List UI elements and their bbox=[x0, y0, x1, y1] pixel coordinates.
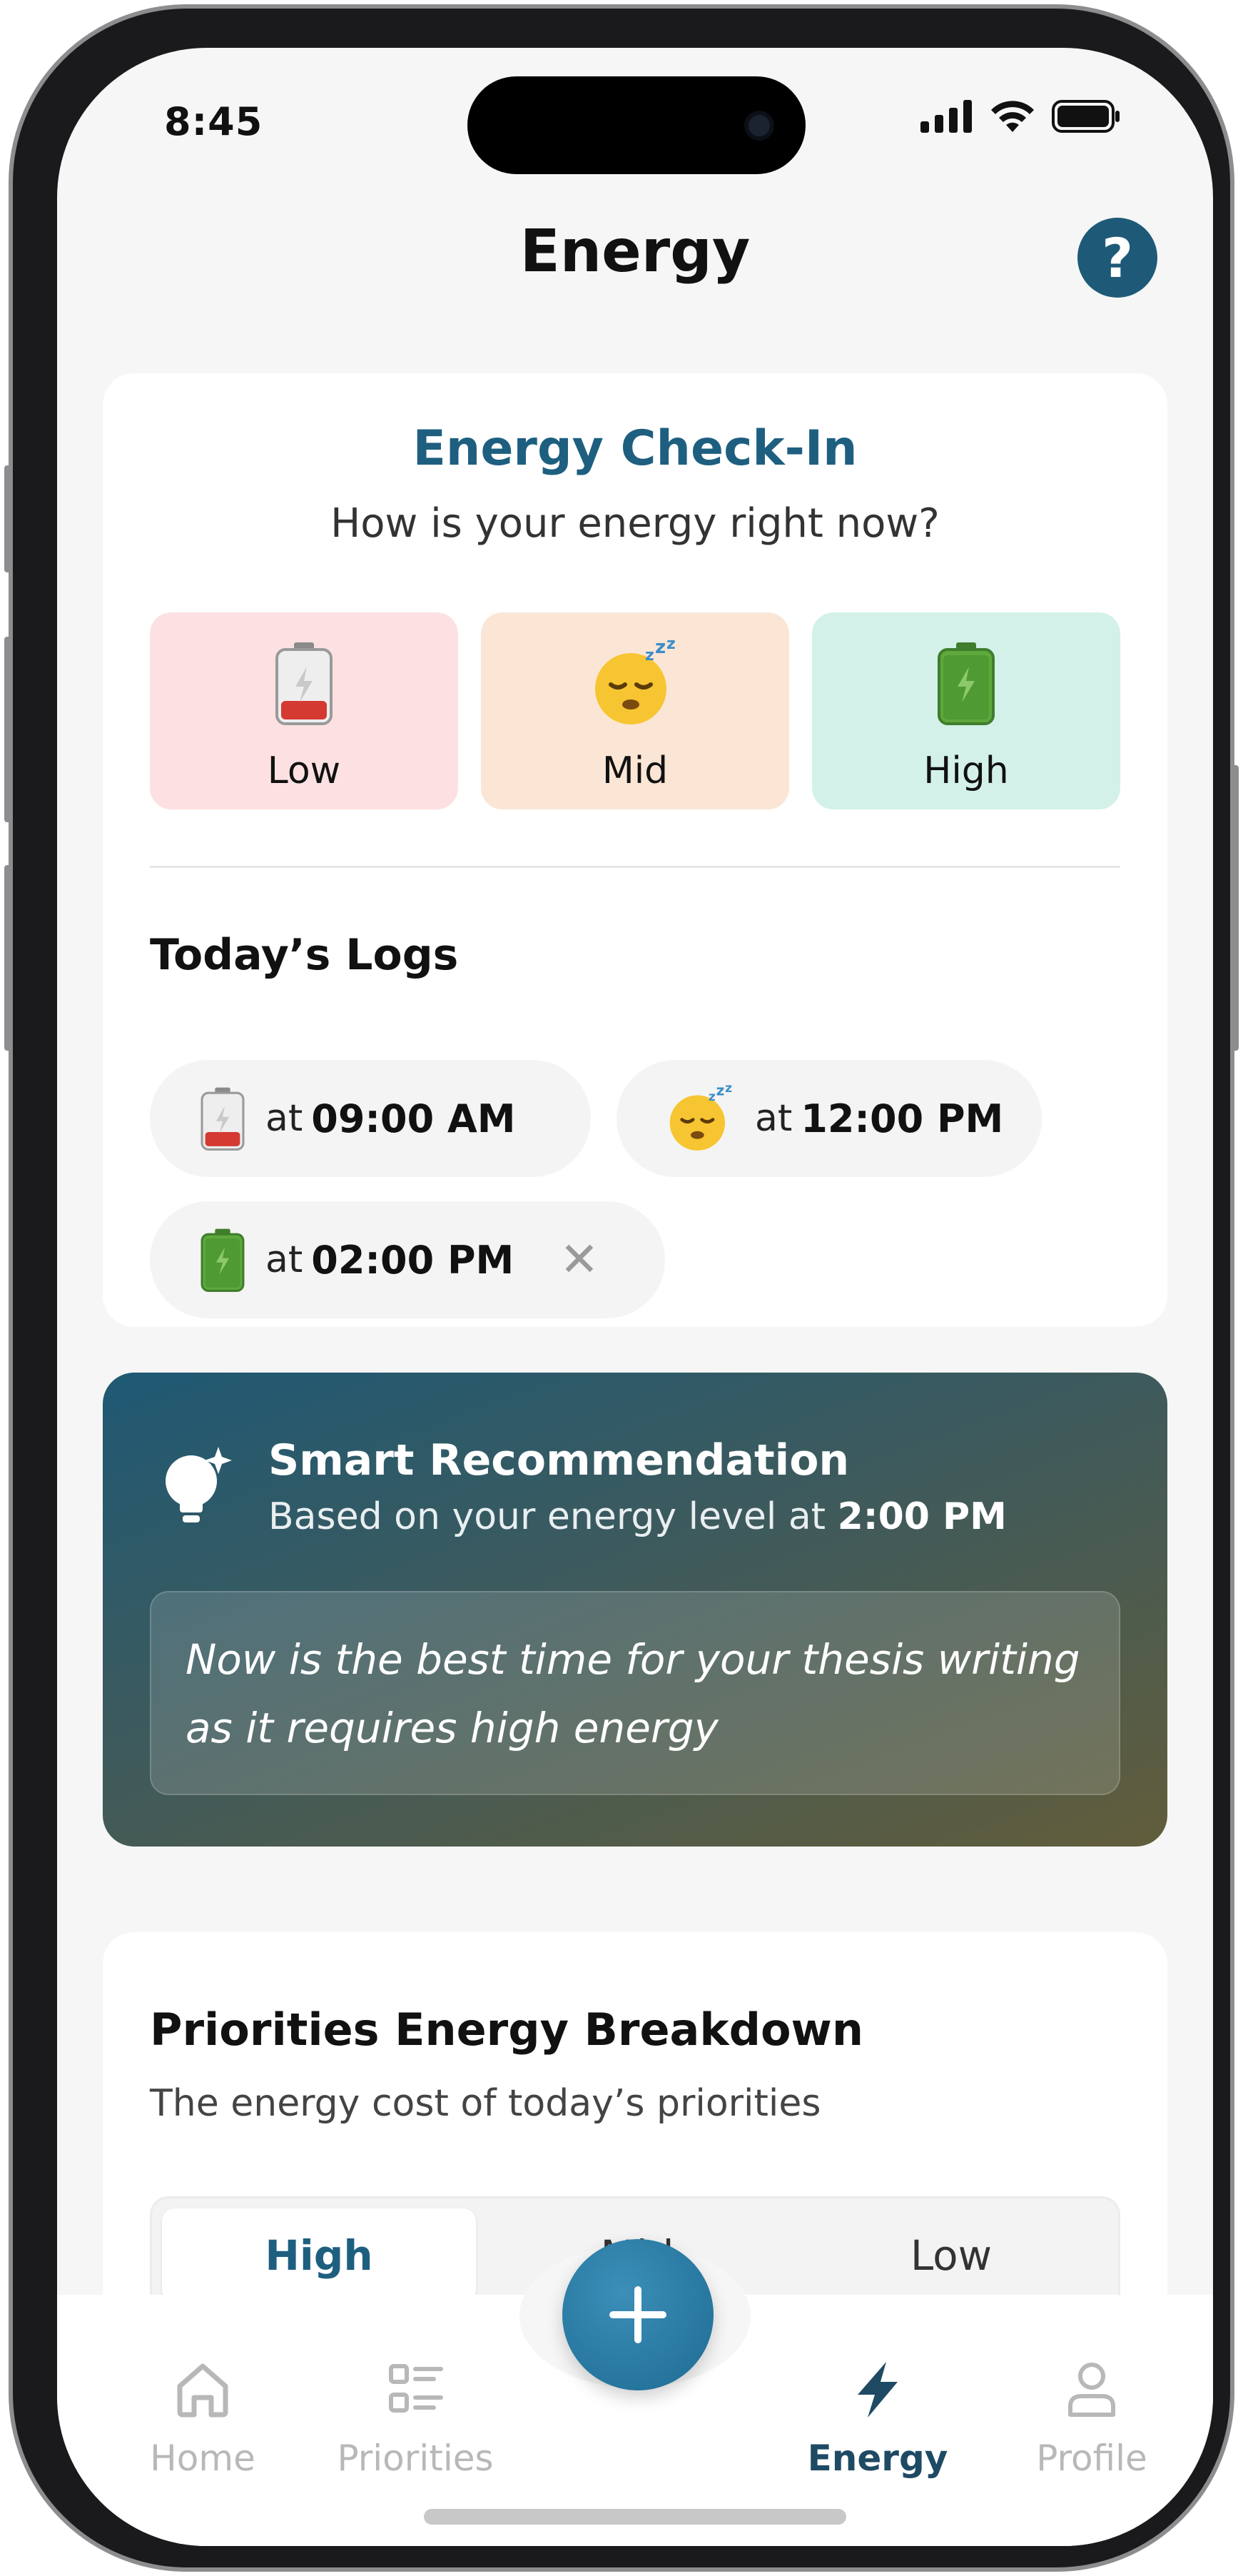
log-entry[interactable]: z z z at 12:00 PM bbox=[617, 1060, 1042, 1177]
sleepy-face-icon: z z z bbox=[595, 639, 676, 724]
battery-icon bbox=[1052, 100, 1120, 133]
smart-recommendation-card: Smart Recommendation Based on your energ… bbox=[103, 1373, 1167, 1847]
help-button[interactable]: ? bbox=[1077, 218, 1157, 298]
battery-full-icon bbox=[201, 1228, 245, 1292]
recommendation-title: Smart Recommendation bbox=[268, 1435, 850, 1485]
status-time: 8:45 bbox=[164, 99, 263, 144]
svg-text:z: z bbox=[645, 647, 654, 665]
checkin-title: Energy Check-In bbox=[412, 420, 858, 477]
recommendation-message: Now is the best time for your thesis wri… bbox=[150, 1591, 1120, 1795]
sleepy-face-icon: z z z bbox=[669, 1084, 732, 1151]
person-icon bbox=[1068, 2363, 1115, 2417]
recommendation-subtitle: Based on your energy level at 2:00 PM bbox=[268, 1495, 1007, 1538]
power-button bbox=[1232, 765, 1239, 1051]
energy-high-label: High bbox=[923, 749, 1009, 792]
plus-icon bbox=[609, 2286, 666, 2343]
close-icon[interactable]: ✕ bbox=[559, 1236, 599, 1283]
battery-low-icon bbox=[275, 642, 333, 725]
page-title: Energy bbox=[519, 218, 751, 286]
dynamic-island bbox=[467, 76, 806, 174]
energy-low-label: Low bbox=[267, 749, 341, 792]
energy-mid-button[interactable]: z z z Mid bbox=[481, 612, 789, 809]
divider bbox=[150, 866, 1120, 868]
tab-home[interactable]: Home bbox=[96, 2359, 310, 2479]
svg-text:z: z bbox=[709, 1090, 716, 1104]
energy-checkin-card: Energy Check-In How is your energy right… bbox=[103, 373, 1167, 1327]
svg-text:z: z bbox=[725, 1084, 732, 1096]
breakdown-title: Priorities Energy Breakdown bbox=[150, 2004, 863, 2056]
log-time: 02:00 PM bbox=[311, 1237, 514, 1283]
list-icon bbox=[389, 2364, 443, 2413]
camera-icon bbox=[744, 111, 774, 141]
tab-profile[interactable]: Profile bbox=[985, 2359, 1199, 2479]
battery-full-icon bbox=[938, 642, 995, 725]
segment-high[interactable]: High bbox=[162, 2208, 476, 2303]
log-at-label: at bbox=[265, 1238, 303, 1281]
segment-low[interactable]: Low bbox=[794, 2208, 1108, 2303]
home-indicator[interactable] bbox=[424, 2509, 846, 2525]
phone-frame: 8:45 Energy ? Energy Check-In How is you… bbox=[4, 4, 1239, 2572]
tab-energy-label: Energy bbox=[807, 2438, 948, 2479]
lightning-icon bbox=[858, 2362, 898, 2418]
energy-low-button[interactable]: Low bbox=[150, 612, 458, 809]
energy-high-button[interactable]: High bbox=[812, 612, 1120, 809]
home-icon bbox=[177, 2363, 228, 2418]
screen: 8:45 Energy ? Energy Check-In How is you… bbox=[57, 48, 1213, 2546]
tab-priorities[interactable]: Priorities bbox=[308, 2359, 522, 2479]
log-time: 12:00 PM bbox=[801, 1096, 1004, 1141]
log-at-label: at bbox=[265, 1097, 303, 1140]
log-time: 09:00 AM bbox=[311, 1096, 516, 1141]
add-button[interactable] bbox=[562, 2239, 714, 2390]
energy-mid-label: Mid bbox=[602, 749, 669, 792]
tab-energy[interactable]: Energy bbox=[771, 2359, 985, 2479]
log-entry[interactable]: at 09:00 AM bbox=[150, 1060, 591, 1177]
tab-priorities-label: Priorities bbox=[337, 2438, 494, 2479]
svg-text:z: z bbox=[716, 1084, 725, 1098]
log-entry[interactable]: at 02:00 PM ✕ bbox=[150, 1201, 665, 1318]
status-icons bbox=[920, 99, 1120, 133]
svg-text:z: z bbox=[655, 639, 666, 658]
recommendation-time: 2:00 PM bbox=[837, 1495, 1007, 1538]
tab-profile-label: Profile bbox=[1036, 2438, 1147, 2479]
side-button bbox=[4, 465, 11, 572]
wifi-icon bbox=[991, 101, 1034, 132]
todays-logs-title: Today’s Logs bbox=[150, 930, 459, 980]
cellular-signal-icon bbox=[920, 100, 972, 133]
lightbulb-sparkle-icon bbox=[166, 1447, 232, 1522]
battery-low-icon bbox=[201, 1087, 245, 1151]
tab-home-label: Home bbox=[150, 2438, 255, 2479]
svg-text:z: z bbox=[666, 639, 676, 653]
volume-down-button bbox=[4, 865, 11, 1051]
volume-up-button bbox=[4, 637, 11, 822]
checkin-subtitle: How is your energy right now? bbox=[330, 500, 940, 547]
recommendation-subtitle-prefix: Based on your energy level at bbox=[268, 1495, 826, 1538]
log-at-label: at bbox=[755, 1097, 793, 1140]
breakdown-subtitle: The energy cost of today’s priorities bbox=[150, 2082, 821, 2125]
